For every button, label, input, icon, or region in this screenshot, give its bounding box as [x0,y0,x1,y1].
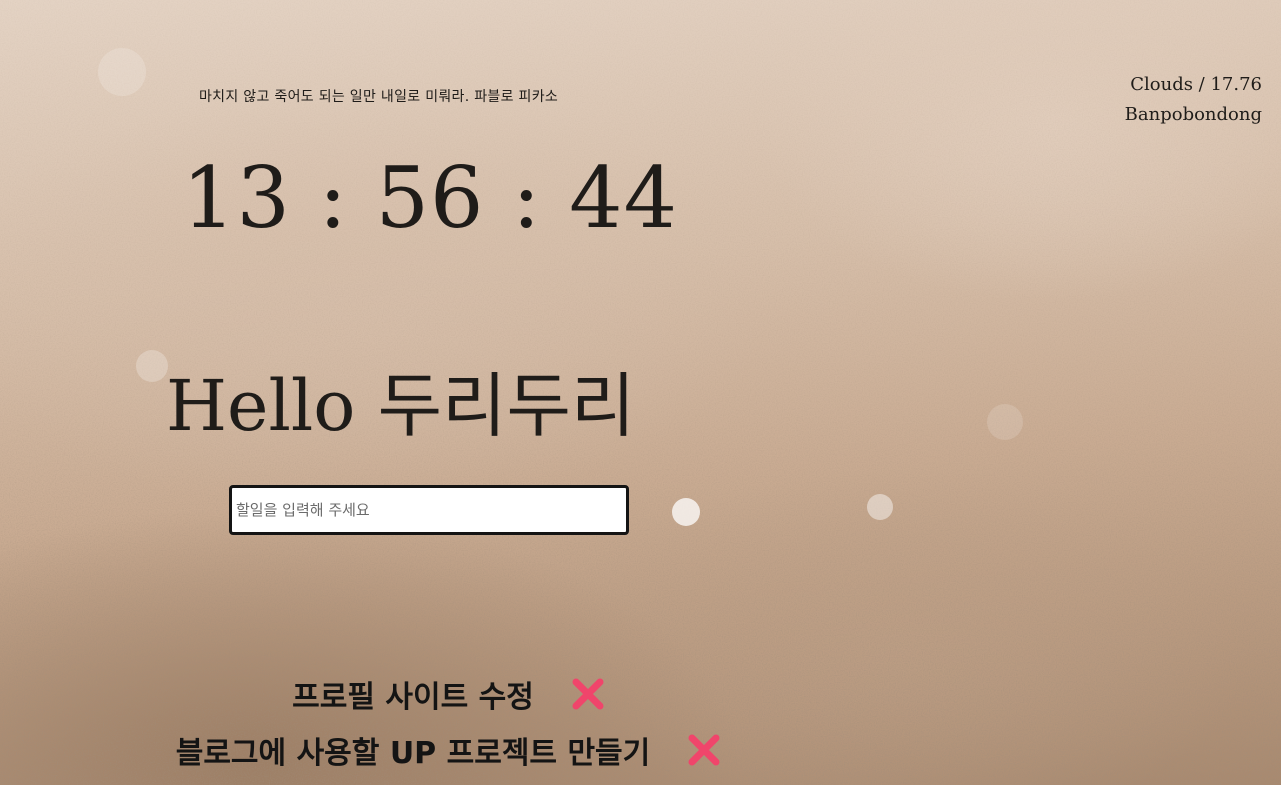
todo-list: 프로필 사이트 수정 블로그에 사용할 UP 프로젝트 만들기 [0,666,900,778]
delete-todo-button[interactable] [684,730,724,770]
clock: 13 : 56 : 44 [182,149,679,247]
greeting-heading: Hello 두리두리 [166,365,636,447]
weather-location: Banpobondong [1124,104,1262,125]
todo-item-text: 블로그에 사용할 UP 프로젝트 만들기 [175,736,651,771]
weather-widget: Clouds / 17.76 Banpobondong [1125,70,1262,130]
quote-text: 마치지 않고 죽어도 되는 일만 내일로 미뤄라. 파블로 피카소 [199,89,559,105]
weather-summary: Clouds / 17.76 [1130,74,1262,95]
todo-item: 블로그에 사용할 UP 프로젝트 만들기 [0,722,900,778]
delete-todo-button[interactable] [568,674,608,714]
todo-item-text: 프로필 사이트 수정 [292,680,534,715]
todo-input[interactable] [229,485,629,535]
todo-form [229,485,629,535]
todo-item: 프로필 사이트 수정 [0,666,900,722]
close-x-icon [572,678,604,710]
close-x-icon [688,734,720,766]
